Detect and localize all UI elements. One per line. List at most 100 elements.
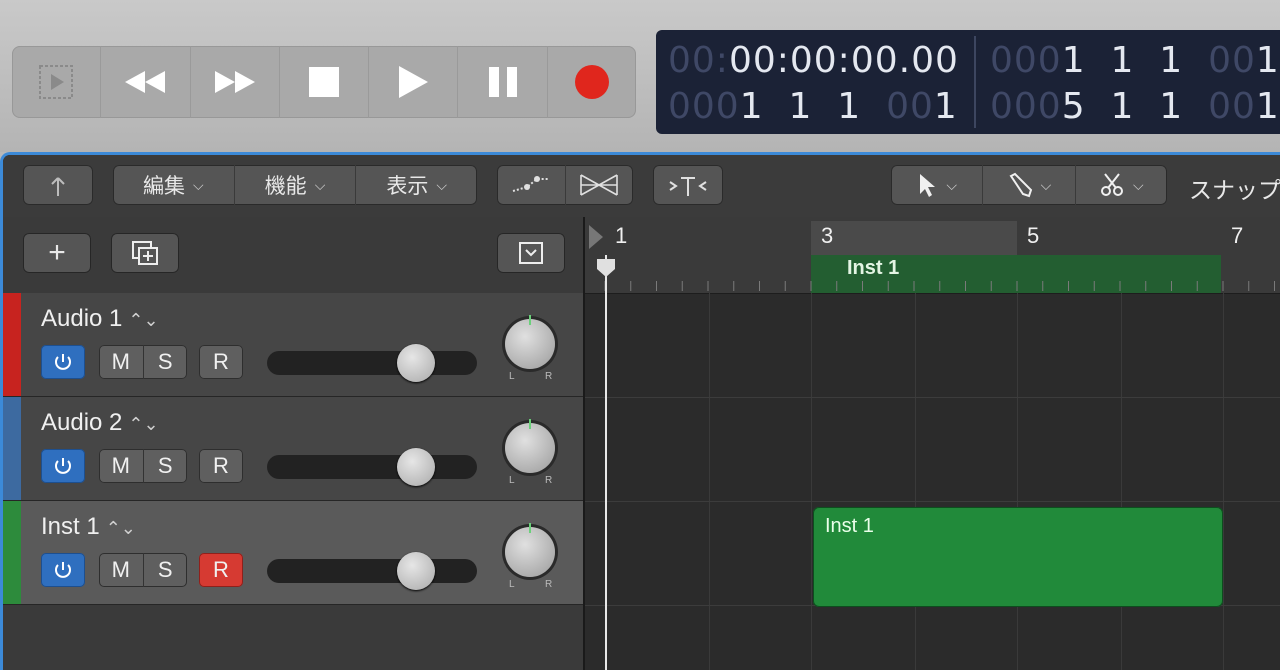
- chevron-down-icon: ⌵: [193, 176, 204, 193]
- up-down-chevron-icon: ⌃⌄: [128, 414, 159, 434]
- pan-left-label: L: [509, 475, 515, 486]
- bar-ruler[interactable]: 1 3 5 7 Inst 1: [585, 217, 1280, 294]
- pan-left-label: L: [509, 579, 515, 590]
- track-name[interactable]: Audio 2 ⌃⌄: [41, 409, 159, 437]
- grid-line: [811, 293, 812, 670]
- duplicate-track-icon: [132, 241, 158, 265]
- snap-label[interactable]: スナップ: [1189, 171, 1280, 205]
- record-button[interactable]: [548, 46, 636, 118]
- midi-region[interactable]: Inst 1: [813, 507, 1223, 607]
- power-icon: [55, 354, 71, 370]
- lcd-display[interactable]: 00:00:00:00.00 0001 1 1 001 0001 1 1 001…: [656, 30, 1280, 134]
- track-color-strip: [3, 397, 21, 500]
- menu-view[interactable]: 表示 ⌵: [356, 165, 477, 205]
- volume-fader-knob[interactable]: [397, 344, 435, 382]
- cycle-area[interactable]: [811, 221, 1017, 255]
- stop-button[interactable]: [280, 46, 370, 118]
- mute-solo-group: MS: [99, 449, 187, 483]
- track-on-button[interactable]: [41, 345, 85, 379]
- track-header-inst-1[interactable]: Inst 1 ⌃⌄ MS R LR: [3, 501, 583, 605]
- catch-icon: [669, 177, 707, 196]
- chevron-down-icon: ⌵: [436, 176, 447, 193]
- track-header-audio-2[interactable]: Audio 2 ⌃⌄ MS R LR: [3, 397, 583, 501]
- mute-button[interactable]: M: [99, 345, 144, 379]
- scissors-icon: [1101, 173, 1123, 196]
- pointer-tool-button[interactable]: ⌵: [891, 165, 984, 205]
- playhead[interactable]: [605, 255, 607, 670]
- global-tracks-icon: [519, 242, 543, 264]
- stop-icon: [308, 67, 339, 97]
- flex-icon: [580, 174, 619, 196]
- grid-line: [1017, 293, 1018, 670]
- flex-button[interactable]: [566, 165, 634, 205]
- fast-forward-button[interactable]: [191, 46, 280, 118]
- plus-icon: +: [48, 236, 66, 269]
- solo-button[interactable]: S: [144, 449, 188, 483]
- track-name[interactable]: Inst 1 ⌃⌄: [41, 513, 136, 541]
- pause-button[interactable]: [458, 46, 548, 118]
- volume-fader[interactable]: [267, 552, 477, 590]
- track-color-strip: [3, 293, 21, 396]
- transport-controls: [12, 46, 636, 118]
- pan-knob[interactable]: LR: [501, 523, 559, 590]
- add-track-button[interactable]: +: [23, 233, 91, 273]
- bar-number-5: 5: [1027, 223, 1040, 248]
- playhead-handle-icon[interactable]: [595, 257, 617, 279]
- menu-edit[interactable]: 編集 ⌵: [113, 165, 235, 205]
- track-name[interactable]: Audio 1 ⌃⌄: [41, 305, 159, 333]
- mute-button[interactable]: M: [99, 449, 144, 483]
- play-button[interactable]: [369, 46, 459, 118]
- up-down-chevron-icon: ⌃⌄: [105, 518, 136, 538]
- pan-left-label: L: [509, 371, 515, 382]
- pan-indicator: [529, 315, 531, 325]
- volume-fader-knob[interactable]: [397, 552, 435, 590]
- menu-group: 編集 ⌵ 機能 ⌵ 表示 ⌵: [113, 165, 477, 205]
- record-enable-button[interactable]: R: [199, 449, 243, 483]
- fast-forward-icon: [214, 71, 255, 93]
- solo-button[interactable]: S: [144, 345, 188, 379]
- ruler-ticks: [604, 281, 1275, 291]
- ruler-start-marker-icon: [589, 225, 603, 249]
- volume-fader[interactable]: [267, 344, 477, 382]
- record-enable-button[interactable]: R: [199, 553, 243, 587]
- pointer-icon: [920, 174, 936, 197]
- tracks-toolbar: 編集 ⌵ 機能 ⌵ 表示 ⌵ ⌵ ⌵ ⌵ スナップ: [3, 155, 1280, 218]
- mute-solo-group: MS: [99, 345, 187, 379]
- automation-flex-group: [497, 165, 633, 205]
- catch-button[interactable]: [653, 165, 723, 205]
- play-icon: [399, 66, 429, 98]
- automation-icon: [512, 176, 549, 192]
- power-icon: [55, 562, 71, 578]
- menu-functions[interactable]: 機能 ⌵: [235, 165, 357, 205]
- track-header-toolbar: +: [3, 217, 583, 294]
- region-label: Inst 1: [825, 515, 874, 537]
- global-tracks-button[interactable]: [497, 233, 565, 273]
- pencil-tool-button[interactable]: ⌵: [983, 165, 1076, 205]
- track-header-panel: + Audio 1 ⌃⌄ MS R LR Audio 2 ⌃⌄ M S R L …: [3, 217, 583, 670]
- back-button[interactable]: [23, 165, 93, 205]
- volume-fader[interactable]: [267, 448, 477, 486]
- solo-button[interactable]: S: [144, 553, 188, 587]
- pan-dial: [505, 319, 555, 369]
- pan-knob[interactable]: LR: [501, 419, 559, 486]
- chevron-down-icon: ⌵: [314, 176, 326, 193]
- play-from-selection-button[interactable]: [12, 46, 102, 118]
- arrange-area[interactable]: 1 3 5 7 Inst 1 Inst 1: [583, 217, 1280, 670]
- bar-number-3: 3: [821, 223, 834, 248]
- volume-fader-knob[interactable]: [397, 448, 435, 486]
- track-header-audio-1[interactable]: Audio 1 ⌃⌄ MS R LR: [3, 293, 583, 397]
- duplicate-track-button[interactable]: [111, 233, 179, 273]
- grid-line: [915, 293, 916, 670]
- mute-button[interactable]: M: [99, 553, 144, 587]
- grid-line: [1121, 293, 1122, 670]
- bar-position-display: 0001 1 1 001: [668, 86, 958, 127]
- rewind-button[interactable]: [101, 46, 191, 118]
- track-on-button[interactable]: [41, 449, 85, 483]
- pan-right-label: R: [545, 371, 553, 382]
- pan-knob[interactable]: LR: [501, 315, 559, 382]
- automation-button[interactable]: [497, 165, 566, 205]
- pan-right-label: R: [545, 579, 553, 590]
- track-on-button[interactable]: [41, 553, 85, 587]
- scissors-tool-button[interactable]: ⌵: [1076, 165, 1167, 205]
- record-enable-button[interactable]: R: [199, 345, 243, 379]
